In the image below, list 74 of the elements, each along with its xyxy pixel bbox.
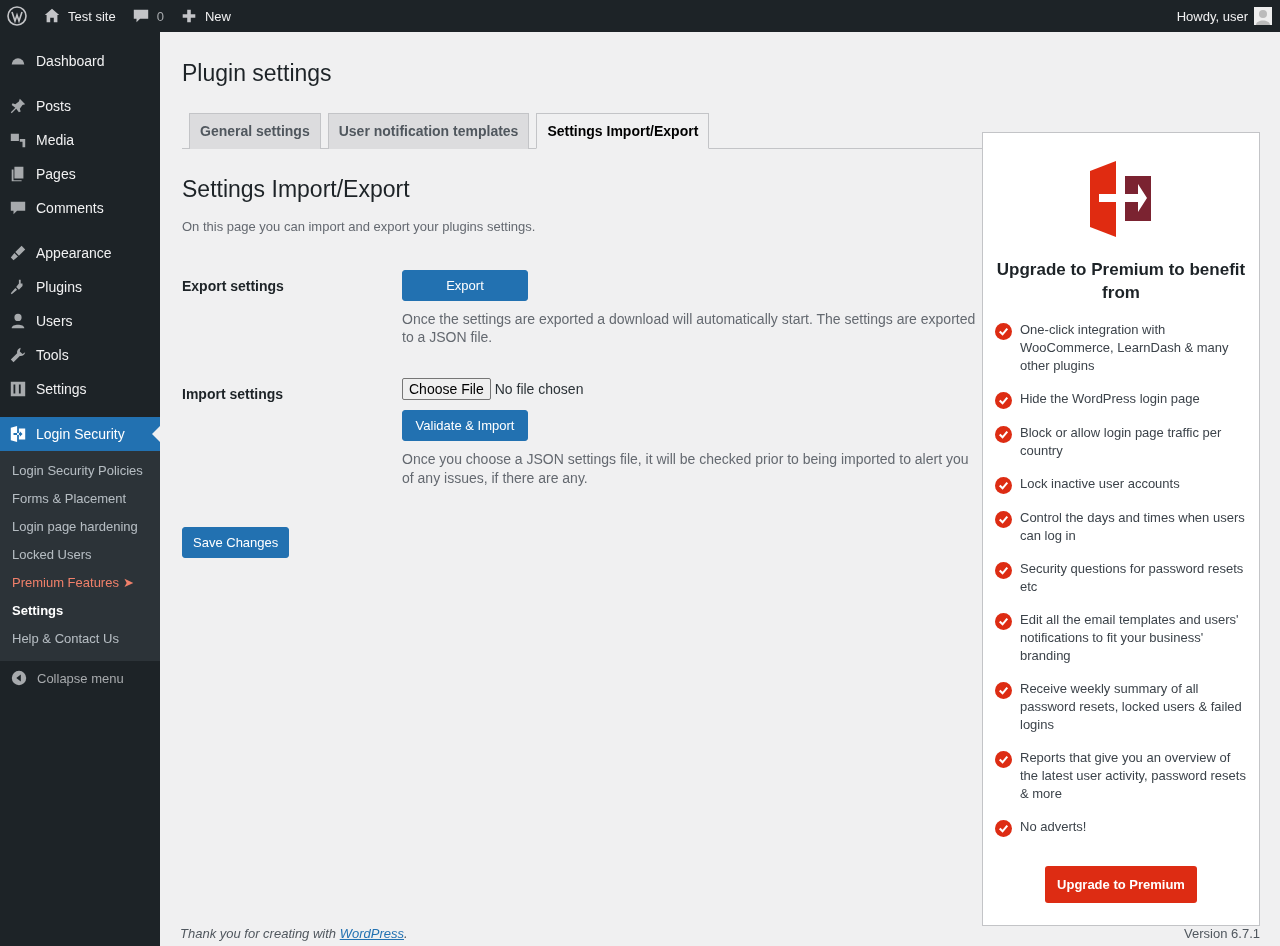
menu-item[interactable]: Posts	[0, 89, 160, 123]
feature-text: Lock inactive user accounts	[1020, 474, 1180, 493]
save-changes-button[interactable]: Save Changes	[182, 526, 290, 558]
howdy-link[interactable]: Howdy, user	[1176, 8, 1248, 24]
choose-file-button[interactable]: Choose File	[402, 378, 491, 401]
menu-item[interactable]: Login Security	[0, 417, 160, 451]
feature-text: Hide the WordPress login page	[1020, 389, 1200, 408]
section-title: Settings Import/Export	[182, 176, 411, 203]
check-icon	[995, 322, 1012, 340]
field-label: Import settings	[182, 385, 285, 405]
menu-item[interactable]: Dashboard	[0, 44, 160, 78]
intro-text: On this page you can import and export your plugins settings.	[182, 219, 537, 234]
media-icon	[9, 131, 27, 149]
shield-arrow-logo-icon	[1090, 161, 1152, 237]
feature-text: Reports that give you an overview of the latest user activity, password resets & more	[1020, 748, 1247, 803]
footer-text: Thank you for creating with WordPress.	[180, 925, 408, 941]
check-icon	[995, 612, 1012, 630]
feature-text: One-click integration with WooCommerce, LearnDash & many other plugins	[1020, 320, 1230, 375]
tab[interactable]: User notification templates	[327, 113, 530, 149]
check-icon	[995, 819, 1012, 837]
new-link[interactable]: New	[204, 8, 231, 24]
feature-text: Block or allow login page traffic per country	[1020, 423, 1223, 460]
menu-item[interactable]: Appearance	[0, 236, 160, 270]
feature-text: Security questions for password resets etc	[1020, 559, 1245, 596]
brush-icon	[9, 244, 27, 262]
check-icon	[995, 681, 1012, 699]
menu-item[interactable]: Media	[0, 123, 160, 157]
submenu-item[interactable]: Forms & Placement	[0, 485, 160, 513]
feature-text: No adverts!	[1020, 817, 1087, 836]
tab[interactable]: Settings Import/Export	[536, 113, 710, 149]
check-icon	[995, 750, 1012, 768]
file-status: No file chosen	[494, 381, 584, 398]
comment-count[interactable]: 0	[156, 8, 164, 24]
wrench-icon	[9, 346, 27, 364]
feature-text: Edit all the email templates and users' notifications to fit your business' branding	[1020, 610, 1240, 665]
feature-text: Receive weekly summary of all password resets, locked users & failed logins	[1020, 679, 1243, 734]
submenu-item[interactable]: Help & Contact Us	[0, 625, 160, 653]
submenu-item[interactable]: Premium Features ➤	[0, 569, 160, 597]
feature-text: Control the days and times when users can log in	[1020, 508, 1246, 545]
site-link[interactable]: Test site	[68, 8, 116, 24]
home-icon[interactable]	[43, 7, 61, 25]
menu-item[interactable]: Settings	[0, 372, 160, 406]
tab[interactable]: General settings	[189, 113, 321, 149]
wordpress-link[interactable]: WordPress	[339, 925, 404, 941]
validate-import-button[interactable]: Validate & Import	[402, 410, 528, 442]
collapse-menu-button[interactable]: Collapse menu	[0, 661, 160, 687]
user-icon	[9, 312, 27, 330]
help-text: Once you choose a JSON settings file, it will be checked prior to being imported to alert you of any issues, if there are any.	[402, 450, 970, 487]
menu-item[interactable]: Tools	[0, 338, 160, 372]
check-icon	[995, 425, 1012, 443]
field-label: Export settings	[182, 277, 285, 296]
check-icon	[995, 510, 1012, 528]
pointer-icon	[152, 426, 160, 442]
menu-item[interactable]: Plugins	[0, 270, 160, 304]
submenu-item[interactable]: Settings	[0, 597, 160, 625]
version-text: Version 6.7.1	[1184, 925, 1260, 941]
help-text: Once the settings are exported a download will automatically start. The settings are exported to a JSON file.	[402, 310, 977, 347]
menu-item[interactable]: Pages	[0, 157, 160, 191]
collapse-icon	[10, 669, 28, 687]
upgrade-button[interactable]: Upgrade to Premium	[1045, 865, 1197, 903]
submenu-item[interactable]: Locked Users	[0, 541, 160, 569]
card-title: Upgrade to Premium to benefit from	[995, 259, 1247, 304]
submenu-item[interactable]: Login Security Policies	[0, 457, 160, 485]
check-icon	[995, 561, 1012, 579]
export-button[interactable]: Export	[402, 270, 528, 301]
page-title: Plugin settings	[182, 60, 333, 87]
shield-arrow-icon	[9, 425, 27, 443]
menu-item[interactable]: Comments	[0, 191, 160, 225]
menu-item[interactable]: Users	[0, 304, 160, 338]
submenu-item[interactable]: Login page hardening	[0, 513, 160, 541]
check-icon	[995, 476, 1012, 494]
pin-icon	[9, 97, 27, 115]
wordpress-logo-icon[interactable]	[7, 6, 27, 26]
check-icon	[995, 391, 1012, 409]
